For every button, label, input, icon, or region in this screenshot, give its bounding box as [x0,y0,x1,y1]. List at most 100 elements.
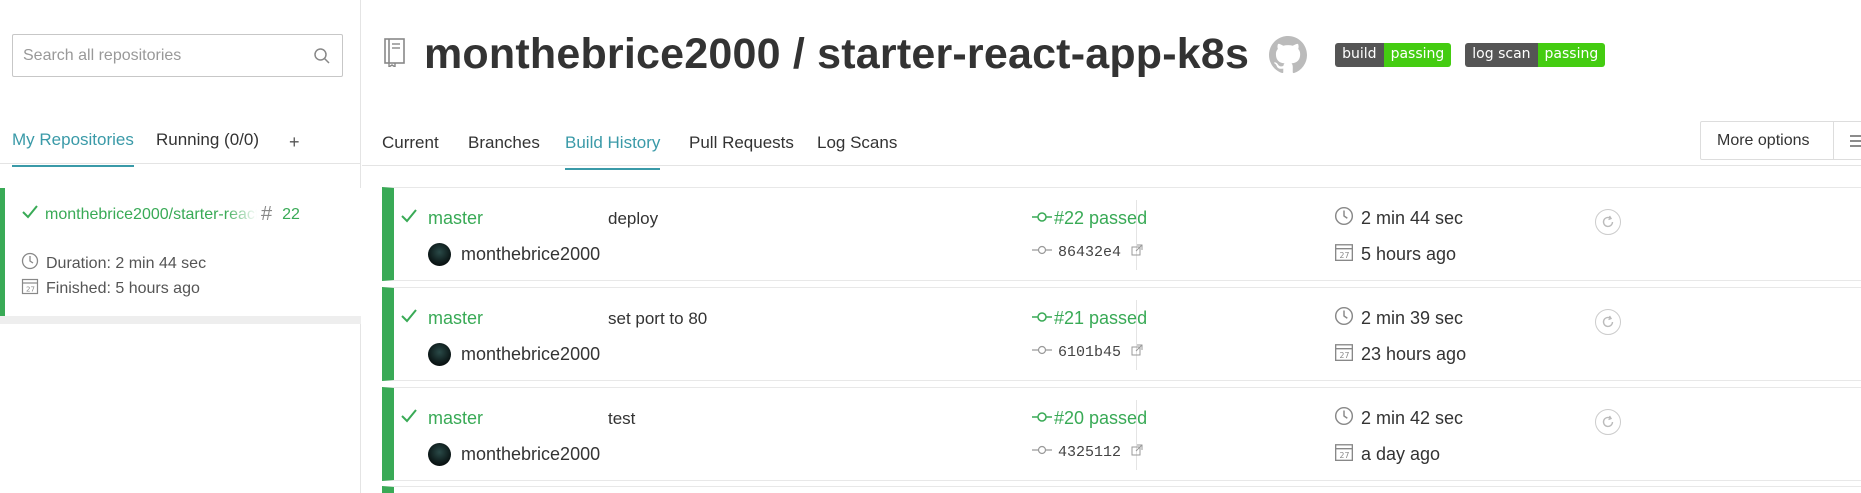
commit-message: deploy [608,209,659,228]
svg-text:27: 27 [1340,351,1350,360]
more-options-button[interactable]: More options [1700,121,1861,160]
tab-running[interactable]: Running (0/0) [156,130,259,150]
duration-cell: 2 min 39 sec [1334,306,1463,331]
build-status[interactable]: #21 passed [1054,308,1147,329]
calendar-icon: 27 [21,277,46,300]
sidebar: My Repositories Running (0/0) + monthebr… [0,0,361,493]
commit-message: test [608,409,636,428]
build-row[interactable]: master monthebrice2000 deploy #22 passed… [382,187,1861,281]
commit-message: set port to 80 [608,309,708,328]
finished-line: 27 Finished: 5 hours ago [21,277,200,300]
branch-name[interactable]: master [428,408,483,429]
author-name: monthebrice2000 [461,344,601,364]
author-name: monthebrice2000 [461,444,601,464]
clock-icon [1334,406,1354,431]
tab-my-repositories[interactable]: My Repositories [12,130,134,167]
tab-log-scans[interactable]: Log Scans [817,133,897,153]
log-scan-badge[interactable]: log scan passing [1465,42,1606,67]
finished-text: a day ago [1361,444,1441,464]
search-input[interactable] [23,46,312,65]
clock-icon [21,252,46,275]
commit-icon [1032,443,1052,461]
finished-text: 5 hours ago [1361,244,1457,264]
avatar [428,443,451,466]
repo-header: monthebrice2000 / starter-react-app-k8s … [382,30,1606,79]
finished-cell: 27 5 hours ago [1334,242,1456,267]
build-row[interactable] [382,486,1861,493]
check-icon [21,204,39,225]
duration-cell: 2 min 44 sec [1334,206,1463,231]
badge-label: build [1335,42,1384,67]
author-cell: monthebrice2000 [428,443,600,466]
badge-value: passing [1383,42,1452,67]
repo-nav: Current Branches Build History Pull Requ… [362,118,1861,170]
repo-card-shadow [0,316,361,324]
build-row[interactable]: master monthebrice2000 test #20 passed 4… [382,387,1861,481]
restart-icon[interactable] [1595,409,1621,435]
restart-build-button[interactable] [1595,209,1621,235]
restart-icon[interactable] [1595,209,1621,235]
build-status[interactable]: #20 passed [1054,408,1147,429]
commit-cell[interactable]: 6101b45 [1032,343,1143,361]
avatar [428,243,451,266]
external-link-icon[interactable] [1131,243,1143,261]
hash-icon: # [261,203,273,225]
external-link-icon[interactable] [1131,343,1143,361]
build-status-badge[interactable]: build passing [1335,42,1452,67]
duration-text: Duration: 2 min 44 sec [46,254,207,272]
github-icon[interactable] [1269,35,1308,74]
author-cell: monthebrice2000 [428,343,600,366]
clock-icon [1334,306,1354,331]
commit-icon [1032,243,1052,261]
search-icon[interactable] [312,46,332,66]
check-icon [400,208,418,229]
tab-current[interactable]: Current [382,133,439,153]
badge-value: passing [1537,42,1606,67]
avatar [428,343,451,366]
author-name: monthebrice2000 [461,244,601,264]
tab-branches[interactable]: Branches [468,133,540,153]
commit-icon [1032,410,1052,428]
branch-cell: master [400,408,483,429]
finished-text: Finished: 5 hours ago [46,279,200,297]
build-number-link[interactable]: 22 [282,206,300,224]
duration-text: 2 min 39 sec [1361,308,1464,328]
repo-link[interactable]: monthebrice2000/starter-react-app-k8s [45,206,257,224]
repo-card[interactable]: monthebrice2000/starter-react-app-k8s # … [0,188,361,318]
restart-build-button[interactable] [1595,309,1621,335]
repo-book-icon [382,37,408,72]
build-status[interactable]: #22 passed [1054,208,1147,229]
calendar-icon: 27 [1334,242,1354,267]
search-box[interactable] [12,34,343,77]
commit-sha[interactable]: 86432e4 [1058,244,1121,261]
restart-icon[interactable] [1595,309,1621,335]
branch-name[interactable]: master [428,208,483,229]
check-icon [400,308,418,329]
hamburger-icon[interactable] [1833,122,1861,159]
tab-pull-requests[interactable]: Pull Requests [689,133,794,153]
finished-cell: 27 a day ago [1334,442,1440,467]
restart-build-button[interactable] [1595,409,1621,435]
commit-cell[interactable]: 86432e4 [1032,243,1143,261]
external-link-icon[interactable] [1131,443,1143,461]
finished-cell: 27 23 hours ago [1334,342,1466,367]
tab-add[interactable]: + [289,132,300,153]
main-content: monthebrice2000 / starter-react-app-k8s … [362,0,1861,493]
tab-build-history[interactable]: Build History [565,133,661,170]
commit-cell[interactable]: 4325112 [1032,443,1143,461]
badge-label: log scan [1465,42,1538,67]
status-cell[interactable]: #20 passed [1032,408,1147,429]
build-row[interactable]: master monthebrice2000 set port to 80 #2… [382,287,1861,381]
status-cell[interactable]: #21 passed [1032,308,1147,329]
branch-name[interactable]: master [428,308,483,329]
clock-icon [1334,206,1354,231]
calendar-icon: 27 [1334,442,1354,467]
commit-icon [1032,210,1052,228]
duration-cell: 2 min 42 sec [1334,406,1463,431]
check-icon [400,408,418,429]
commit-sha[interactable]: 4325112 [1058,444,1121,461]
commit-sha[interactable]: 6101b45 [1058,344,1121,361]
svg-text:27: 27 [1340,451,1350,460]
branch-cell: master [400,208,483,229]
status-cell[interactable]: #22 passed [1032,208,1147,229]
